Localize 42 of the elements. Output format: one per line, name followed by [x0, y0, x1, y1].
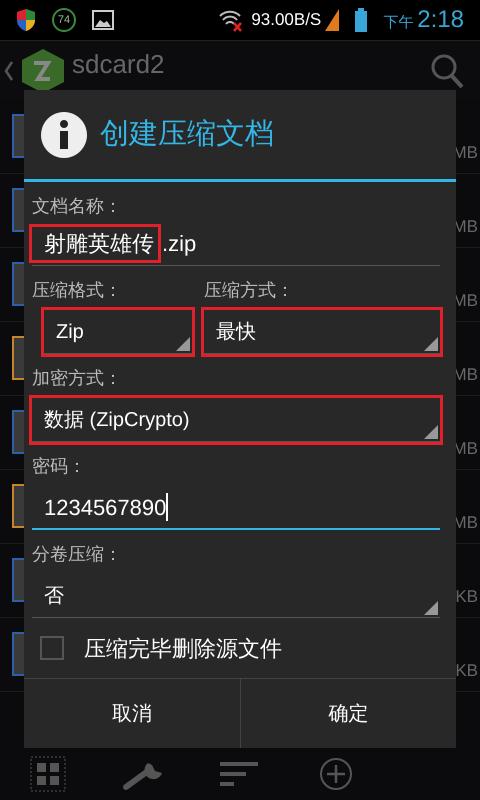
method-dropdown[interactable]: 最快 [204, 310, 440, 354]
split-dropdown[interactable]: 否 [32, 574, 440, 618]
dialog-title: 创建压缩文档 [100, 116, 274, 152]
dropdown-corner-icon [424, 601, 438, 616]
checkbox-label: 压缩完毕删除源文件 [84, 634, 282, 663]
password-field[interactable]: 1234567890 [32, 486, 440, 530]
field-label: 分卷压缩： [32, 543, 123, 566]
notification-badge: 74 [52, 8, 76, 32]
network-speed: 93.00B/S [251, 9, 322, 32]
encryption-dropdown[interactable]: 数据 (ZipCrypto) [32, 398, 440, 442]
grid-icon[interactable] [30, 756, 66, 792]
format-dropdown[interactable]: Zip [44, 310, 192, 354]
sort-icon[interactable] [220, 760, 260, 788]
signal-icon [325, 9, 340, 31]
file-size: KB [455, 586, 478, 608]
file-size: KB [455, 660, 478, 682]
dropdown-corner-icon [424, 425, 438, 440]
add-icon[interactable] [319, 757, 353, 791]
field-label: 文档名称： [32, 195, 123, 218]
image-icon [92, 10, 114, 30]
back-chevron-icon[interactable] [4, 60, 14, 82]
dialog-button[interactable]: 取消 [24, 679, 240, 748]
wifi-muted-icon [217, 8, 244, 32]
field-label: 压缩格式： [32, 279, 123, 302]
app-title: sdcard2 [72, 48, 164, 81]
file-extension: .zip [162, 230, 196, 258]
info-icon [40, 110, 88, 159]
file-name-field[interactable]: 射雕英雄传 .zip [32, 222, 440, 266]
clock: 2:18 [417, 5, 464, 35]
checkbox[interactable] [40, 636, 64, 660]
shield-icon [16, 8, 36, 32]
field-label: 加密方式： [32, 367, 123, 390]
field-label: 密码： [32, 455, 87, 478]
field-label: 压缩方式： [204, 279, 295, 302]
battery-icon [355, 8, 368, 32]
dialog-button[interactable]: 确定 [240, 679, 456, 748]
file-name-base: 射雕英雄传 [32, 227, 158, 260]
am-pm: 下午 [383, 13, 414, 33]
app-logo-icon[interactable] [22, 48, 64, 92]
search-icon[interactable] [430, 52, 464, 88]
dropdown-corner-icon [176, 337, 190, 352]
dropdown-corner-icon [424, 337, 438, 352]
